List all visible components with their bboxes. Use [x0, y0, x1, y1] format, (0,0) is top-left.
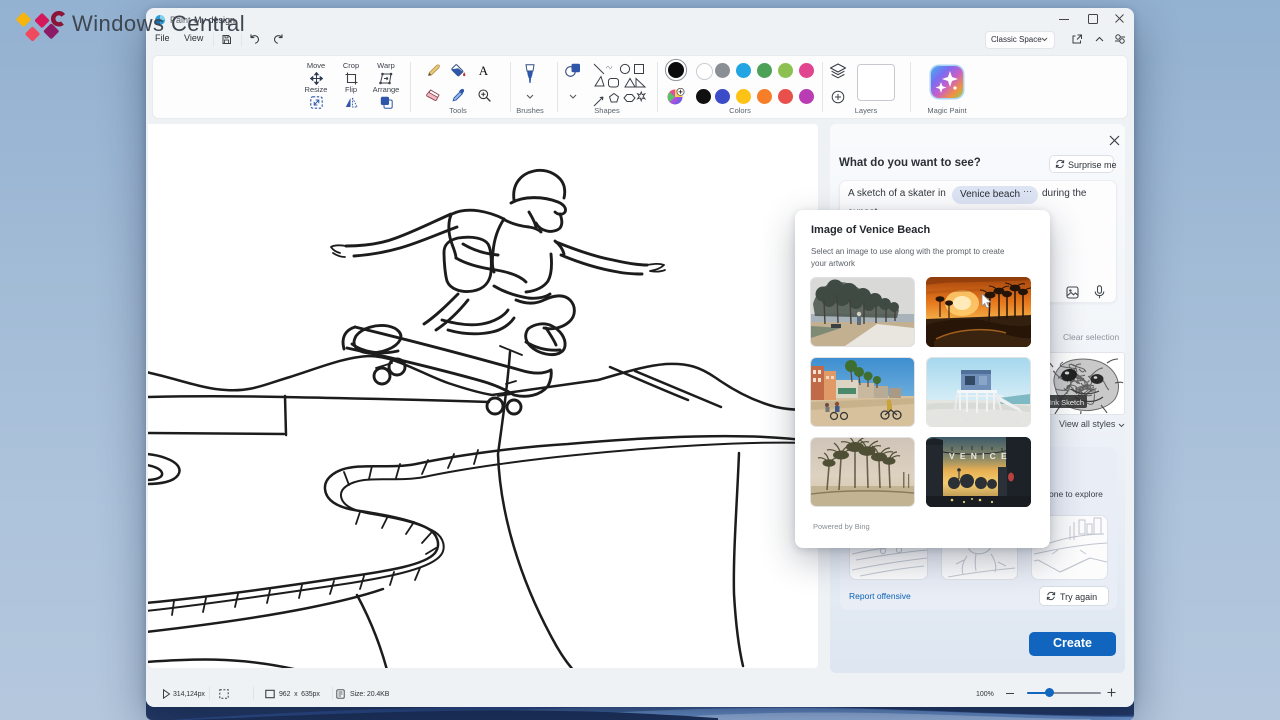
svg-text:A: A	[479, 64, 489, 77]
svg-text:VENICE: VENICE	[949, 451, 1012, 461]
